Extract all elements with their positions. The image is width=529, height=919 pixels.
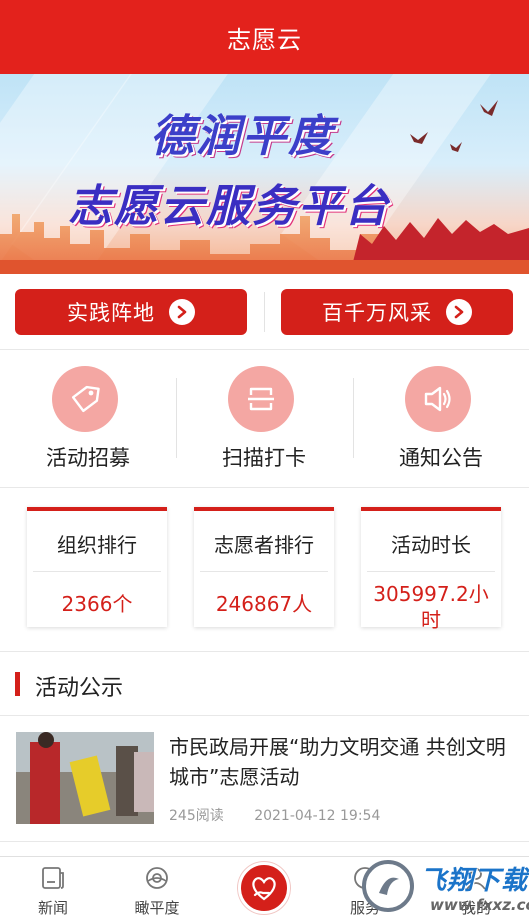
divider: [367, 571, 495, 572]
entry-buttons-row: 实践阵地 百千万风采: [0, 274, 529, 350]
watermark-url: www.fxxz.com: [430, 896, 529, 914]
site-watermark: 飞翔下载 www.fxxz.com: [360, 858, 529, 919]
page-title: 志愿云: [227, 25, 302, 54]
feature-activity-recruit[interactable]: 活动招募: [0, 350, 176, 488]
org-ranking-card[interactable]: 组织排行 2366个: [27, 507, 167, 627]
tab-pingdu[interactable]: 瞰平度: [104, 857, 210, 919]
tab-news[interactable]: 新闻: [0, 857, 106, 919]
tag-icon: [52, 366, 118, 432]
chevron-right-icon: [169, 299, 195, 325]
showcase-label: 百千万风采: [322, 301, 432, 325]
card-value: 2366个: [61, 592, 133, 616]
speaker-icon: [405, 366, 471, 432]
heart-hand-icon: [252, 877, 276, 901]
city-skyline-illustration: [0, 214, 529, 274]
section-accent-bar: [15, 672, 20, 696]
feature-label: 活动招募: [46, 446, 130, 470]
feature-scan-checkin[interactable]: 扫描打卡: [176, 350, 352, 488]
card-title: 活动时长: [391, 533, 471, 557]
read-count: 245阅读: [169, 808, 224, 824]
birds-icon: [410, 100, 498, 152]
card-value: 246867人: [215, 592, 313, 616]
top-header: 志愿云: [0, 0, 529, 74]
tab-label: 瞰平度: [134, 899, 180, 917]
activity-hours-card[interactable]: 活动时长 305997.2小时: [361, 507, 501, 632]
chevron-right-icon: [446, 299, 472, 325]
feature-shortcuts: 活动招募 扫描打卡 通知公告: [0, 350, 529, 488]
feature-notice[interactable]: 通知公告: [353, 350, 529, 488]
news-title: 市民政局开展“助力文明交通 共创文明城市”志愿活动: [169, 735, 506, 789]
divider: [33, 571, 161, 572]
scan-icon: [228, 366, 294, 432]
feature-label: 通知公告: [399, 446, 483, 470]
activity-section-header: 活动公示: [0, 652, 529, 716]
watermark-logo-icon: [362, 860, 414, 912]
card-value: 305997.2小时: [373, 582, 489, 632]
divider: [264, 292, 265, 332]
card-title: 组织排行: [57, 533, 137, 557]
hero-banner[interactable]: 德润平度 志愿云服务平台: [0, 74, 529, 274]
stats-section: 组织排行 2366个 志愿者排行 246867人 活动时长 305997.2小时: [0, 488, 529, 652]
news-thumbnail: [16, 732, 154, 824]
publish-time: 2021-04-12 19:54: [254, 808, 381, 824]
tab-label: 新闻: [37, 899, 68, 917]
volunteer-ranking-card[interactable]: 志愿者排行 246867人: [194, 507, 334, 627]
news-icon: [42, 867, 64, 889]
compass-icon: [146, 867, 168, 889]
divider: [200, 571, 328, 572]
practice-base-button[interactable]: 实践阵地: [15, 289, 247, 335]
list-item[interactable]: 市民政局开展“助力文明交通 共创文明城市”志愿活动 245阅读 2021-04-…: [0, 716, 529, 842]
news-meta: 245阅读 2021-04-12 19:54: [169, 805, 406, 825]
showcase-button[interactable]: 百千万风采: [281, 289, 513, 335]
volunteer-center-button[interactable]: [238, 862, 290, 914]
section-title: 活动公示: [35, 676, 124, 701]
card-title: 志愿者排行: [214, 533, 314, 557]
app-screen: 志愿云 德润平度 志愿云服务平台 实践阵地 百千万风采 活动招募 扫描打卡 通知…: [0, 0, 529, 919]
watermark-text: 飞翔下载: [420, 866, 529, 896]
banner-line1: 德润平度: [150, 111, 334, 162]
feature-label: 扫描打卡: [222, 446, 306, 470]
practice-base-label: 实践阵地: [67, 301, 155, 325]
